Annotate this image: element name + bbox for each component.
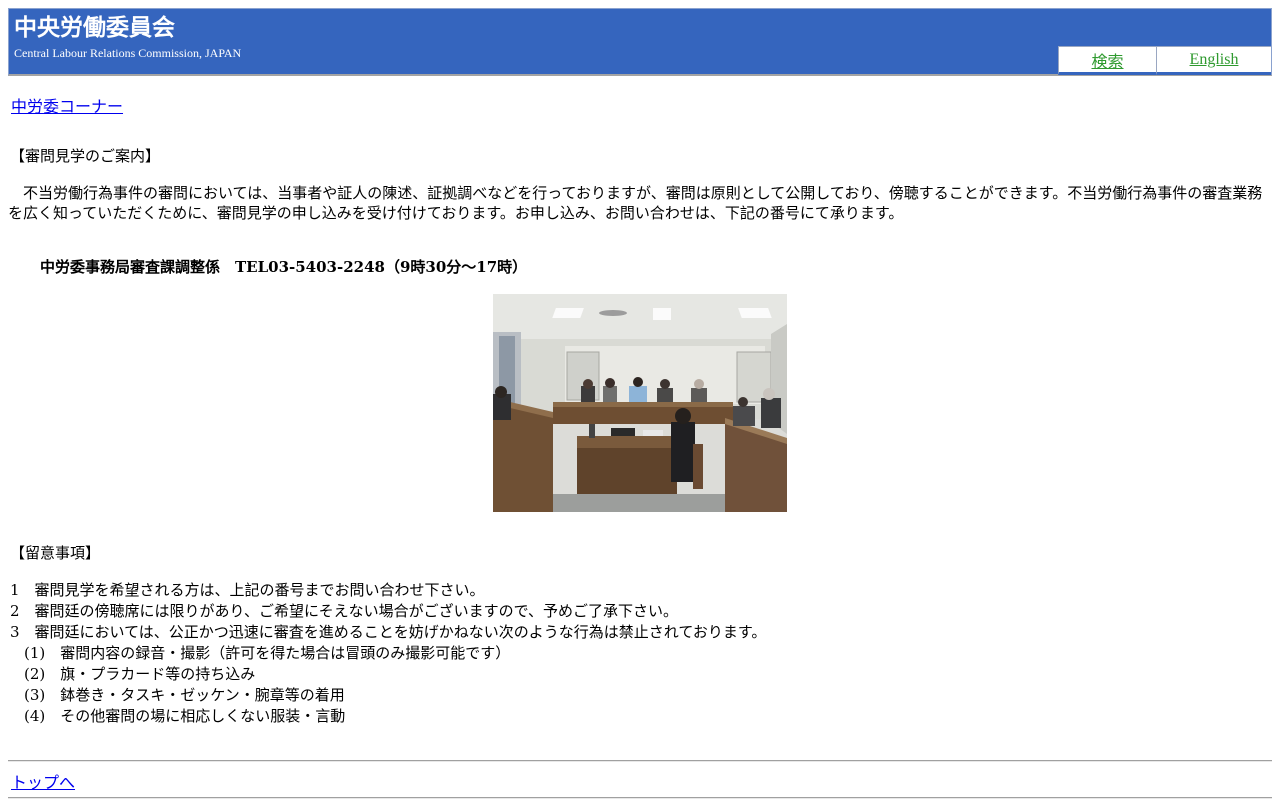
page: 中央労働委員会 Central Labour Relations Commiss… <box>0 0 1280 800</box>
hearing-room-illustration <box>493 294 787 512</box>
english-link[interactable]: English <box>1190 51 1239 69</box>
notes-list: 1 審問見学を希望される方は、上記の番号までお問い合わせ下さい。 2 審問廷の傍… <box>10 580 766 727</box>
divider <box>8 797 1272 799</box>
nav-cell-english: English <box>1156 46 1271 75</box>
list-item: 2 審問廷の傍聴席には限りがあり、ご希望にそえない場合がございますので、予めご了… <box>10 602 679 620</box>
contact-info: 中労委事務局審査課調整係 TEL03-5403-2248（9時30分～17時） <box>40 258 528 276</box>
divider <box>8 760 1272 762</box>
site-header: 中央労働委員会 Central Labour Relations Commiss… <box>8 8 1272 76</box>
search-link[interactable]: 検索 <box>1091 48 1123 72</box>
site-subtitle: Central Labour Relations Commission, JAP… <box>14 46 242 60</box>
guide-intro: 不当労働行為事件の審問においては、当事者や証人の陳述、証拠調べなどを行っておりま… <box>8 184 1263 222</box>
list-item: 1 審問見学を希望される方は、上記の番号までお問い合わせ下さい。 <box>10 581 485 599</box>
back-to-top-link[interactable]: トップへ <box>11 769 75 793</box>
list-item-sub: (3) 鉢巻き・タスキ・ゼッケン・腕章等の着用 <box>24 686 345 704</box>
guide-heading: 【審問見学のご案内】 <box>10 147 161 165</box>
list-item-sub: (4) その他審問の場に相応しくない服装・言動 <box>24 707 346 725</box>
list-item-sub: (2) 旗・プラカード等の持ち込み <box>24 665 256 683</box>
hearing-room-photo <box>493 294 787 512</box>
list-item-sub: (1) 審問内容の録音・撮影（許可を得た場合は冒頭のみ撮影可能です） <box>24 644 511 662</box>
nav-cell-search: 検索 <box>1058 46 1156 75</box>
corner-link[interactable]: 中労委コーナー <box>11 93 123 117</box>
list-item: 3 審問廷においては、公正かつ迅速に審査を進めることを妨げかねない次のような行為… <box>10 623 767 641</box>
header-nav: 検索 English <box>1058 46 1271 75</box>
notes-heading: 【留意事項】 <box>10 544 101 562</box>
site-title: 中央労働委員会 <box>14 15 175 41</box>
